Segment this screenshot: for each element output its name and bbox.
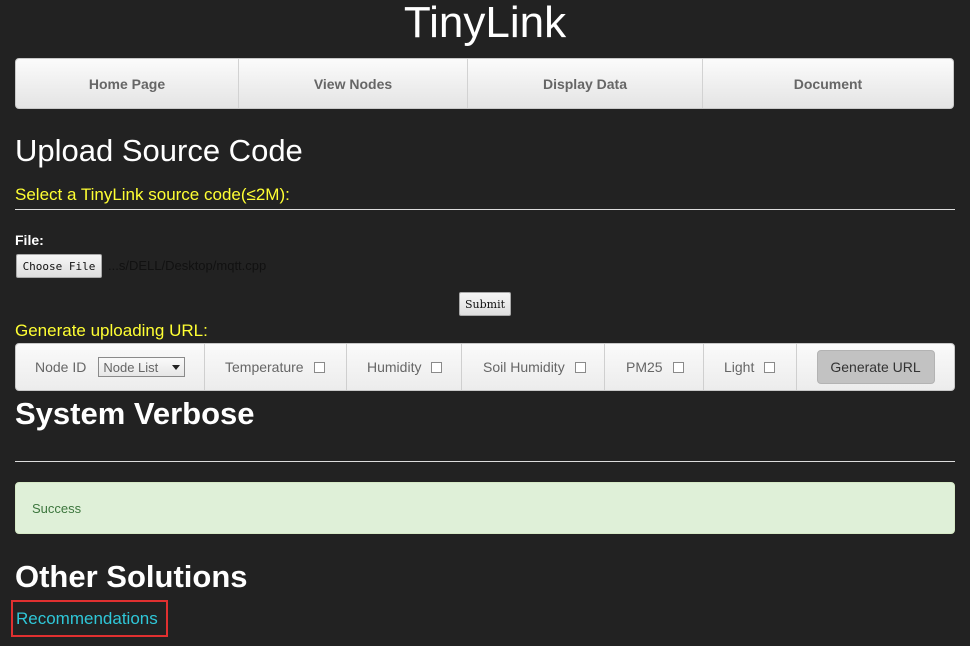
humidity-cell: Humidity: [347, 344, 462, 390]
selected-file-path: ...s/DELL/Desktop/mqtt.cpp: [108, 258, 267, 273]
light-checkbox[interactable]: [764, 361, 776, 373]
light-cell: Light: [704, 344, 797, 390]
generate-url-button[interactable]: Generate URL: [816, 350, 935, 384]
generate-url-label: Generate uploading URL:: [15, 321, 208, 340]
node-list-select-value: Node List: [103, 359, 159, 375]
humidity-label: Humidity: [367, 359, 422, 375]
other-solutions-heading: Other Solutions: [15, 559, 248, 594]
site-title: TinyLink: [403, 0, 567, 47]
pm25-checkbox[interactable]: [672, 361, 684, 373]
chevron-down-icon: [172, 364, 181, 370]
nav-view-nodes[interactable]: View Nodes: [239, 59, 468, 108]
system-verbose-heading: System Verbose: [15, 396, 255, 431]
url-generator-bar: Node ID Node List Temperature Humidity S…: [15, 343, 955, 391]
upload-heading: Upload Source Code: [15, 133, 303, 168]
success-alert: Success: [15, 482, 955, 534]
temperature-checkbox[interactable]: [313, 361, 325, 373]
select-source-label: Select a TinyLink source code(≤2M):: [15, 185, 290, 204]
submit-button[interactable]: Submit: [459, 292, 511, 316]
soil-humidity-checkbox[interactable]: [574, 361, 586, 373]
pm25-label: PM25: [626, 359, 663, 375]
nav-document[interactable]: Document: [703, 59, 953, 108]
verbose-divider: [15, 461, 955, 462]
node-id-label: Node ID: [35, 359, 87, 375]
light-label: Light: [724, 359, 755, 375]
choose-file-button[interactable]: Choose File: [16, 254, 102, 278]
pm25-cell: PM25: [605, 344, 704, 390]
soil-humidity-label: Soil Humidity: [483, 359, 565, 375]
temperature-label: Temperature: [225, 359, 304, 375]
upload-divider: [15, 209, 955, 210]
node-id-cell: Node ID Node List: [16, 344, 205, 390]
nav-display-data[interactable]: Display Data: [468, 59, 703, 108]
recommendations-link[interactable]: Recommendations: [11, 600, 168, 637]
file-label: File:: [15, 232, 44, 248]
generate-url-cell: Generate URL: [797, 344, 954, 390]
soil-humidity-cell: Soil Humidity: [462, 344, 605, 390]
nav-home-page[interactable]: Home Page: [16, 59, 239, 108]
main-navbar: Home Page View Nodes Display Data Docume…: [15, 58, 954, 109]
temperature-cell: Temperature: [205, 344, 347, 390]
humidity-checkbox[interactable]: [431, 361, 443, 373]
status-text: Success: [32, 500, 82, 516]
node-list-select[interactable]: Node List: [98, 357, 186, 377]
